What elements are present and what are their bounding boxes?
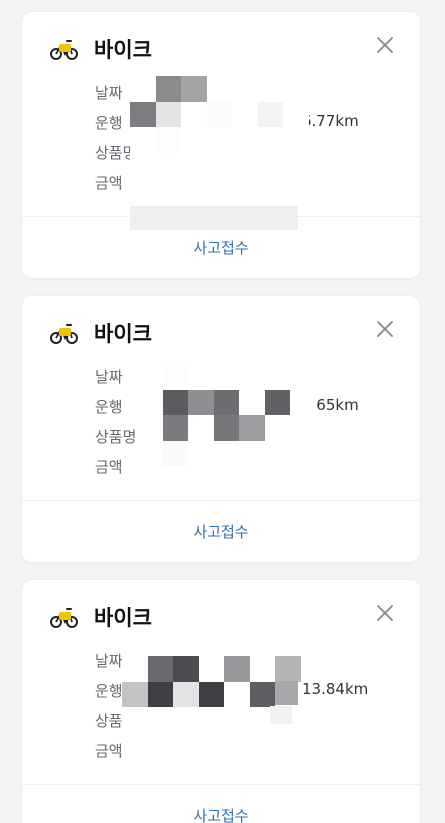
close-icon[interactable]	[376, 604, 394, 622]
redacted-block	[275, 681, 298, 705]
close-icon[interactable]	[376, 36, 394, 54]
label-amount: 금액	[95, 457, 123, 476]
row-product: 상품명	[95, 137, 135, 167]
redacted-block	[270, 706, 292, 724]
report-accident-button[interactable]: 사고접수	[22, 217, 420, 278]
ride-distance: 13.84km	[302, 680, 369, 698]
card-header: 바이크	[50, 602, 152, 632]
details: 날짜 운행 상품명 금액	[95, 361, 135, 481]
label-amount: 금액	[95, 173, 123, 192]
bike-icon	[50, 40, 78, 60]
row-date: 날짜	[95, 77, 135, 107]
label-ride: 운행	[95, 397, 123, 416]
row-ride: 운행	[95, 107, 135, 137]
rental-history-list: 바이크 날짜 운행 상품명 금액 6.77km 사고접수 바이크 날짜 운행 상…	[0, 0, 445, 823]
row-amount: 금액	[95, 167, 135, 197]
redacted-strip	[137, 466, 303, 502]
row-date: 날짜	[95, 361, 135, 391]
redacted-mosaic	[130, 76, 309, 178]
card-header: 바이크	[50, 34, 152, 64]
label-date: 날짜	[95, 83, 123, 102]
details: 날짜 운행 상품명 금액	[95, 77, 135, 197]
redacted-mosaic	[137, 364, 316, 466]
ride-distance: 6.77km	[302, 112, 359, 130]
rental-card: 바이크 날짜 운행 상품명 금액 6.77km 사고접수	[22, 12, 420, 278]
card-title: 바이크	[94, 322, 152, 346]
rental-card: 바이크 날짜 운행 상품명 금액 13.84km 사고접수	[22, 580, 420, 823]
label-ride: 운행	[95, 113, 123, 132]
label-product: 상품명	[95, 143, 135, 162]
bike-icon	[50, 324, 78, 344]
bike-icon	[50, 608, 78, 628]
row-ride: 운행	[95, 391, 135, 421]
row-product: 상품명	[95, 421, 135, 451]
card-title: 바이크	[94, 606, 152, 630]
row-amount: 금액	[95, 451, 135, 481]
label-date: 날짜	[95, 367, 123, 386]
report-accident-button[interactable]: 사고접수	[22, 501, 420, 562]
close-icon[interactable]	[376, 320, 394, 338]
card-title: 바이크	[94, 38, 152, 62]
rental-card: 바이크 날짜 운행 상품명 금액 7.65km 사고접수	[22, 296, 420, 562]
label-product: 상품명	[95, 427, 135, 446]
card-header: 바이크	[50, 318, 152, 348]
report-accident-button[interactable]: 사고접수	[22, 785, 420, 823]
